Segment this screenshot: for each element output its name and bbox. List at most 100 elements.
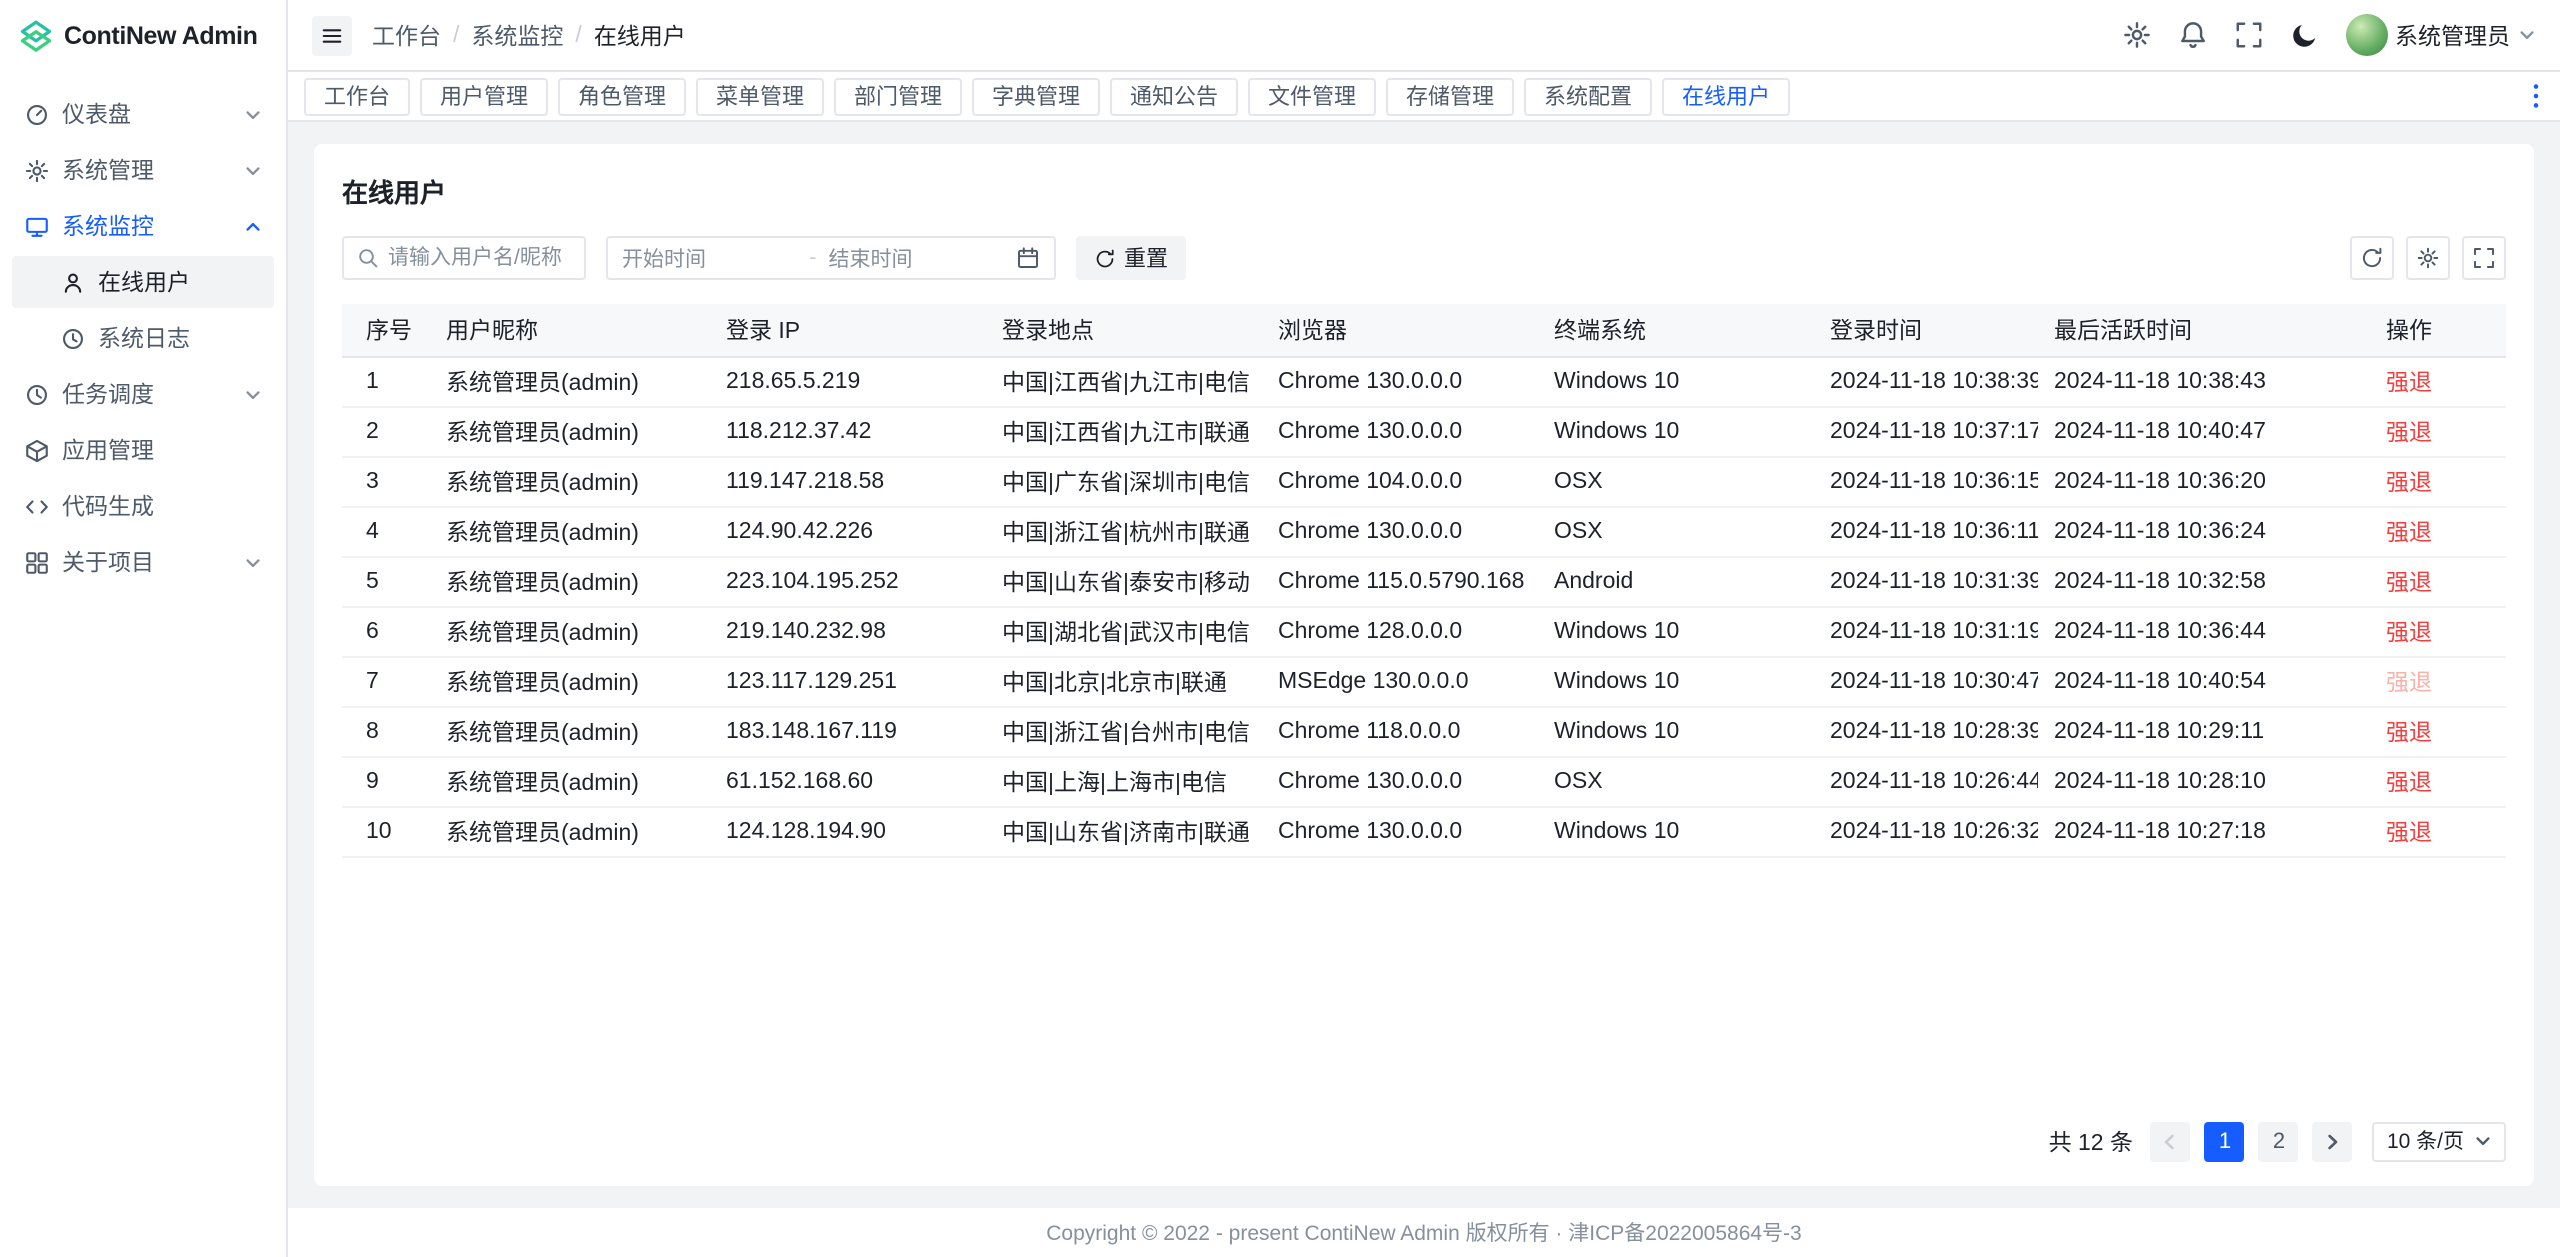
page-1-button[interactable]: 1	[2205, 1121, 2245, 1161]
box-icon	[24, 437, 50, 463]
force-logout-link[interactable]: 强退	[2386, 421, 2432, 445]
chevron-down-icon	[2518, 26, 2536, 44]
sidebar-item-system-logs[interactable]: 系统日志	[12, 312, 274, 364]
cell-last-active: 2024-11-18 10:29:11	[2038, 706, 2370, 756]
tab-label: 工作台	[324, 80, 390, 112]
tab[interactable]: 在线用户	[1662, 77, 1790, 115]
cell-location: 中国|北京|北京市|联通	[986, 656, 1262, 706]
tab[interactable]: 文件管理	[1248, 77, 1376, 115]
tab[interactable]: 角色管理	[558, 77, 686, 115]
breadcrumb-separator: /	[453, 23, 459, 47]
cell-actions: 强退	[2370, 406, 2506, 456]
tab[interactable]: 工作台	[304, 77, 410, 115]
sidebar-item-system-management[interactable]: 系统管理	[12, 144, 274, 196]
page-size-select[interactable]: 10 条/页	[2373, 1121, 2506, 1161]
tab-more-button[interactable]	[2528, 78, 2544, 114]
cell-last-active: 2024-11-18 10:38:43	[2038, 356, 2370, 406]
cell-last-active: 2024-11-18 10:36:24	[2038, 506, 2370, 556]
cell-ip: 118.212.37.42	[710, 406, 986, 456]
cell-location: 中国|江西省|九江市|电信	[986, 356, 1262, 406]
prev-page-button[interactable]	[2151, 1121, 2191, 1161]
settings-gear-icon[interactable]	[2121, 20, 2151, 50]
tab[interactable]: 字典管理	[972, 77, 1100, 115]
force-logout-link[interactable]: 强退	[2386, 771, 2432, 795]
table-fullscreen-button[interactable]	[2462, 236, 2506, 280]
breadcrumb-separator: /	[575, 23, 581, 47]
column-header-actions: 操作	[2370, 304, 2506, 356]
table-header-row: 序号 用户昵称 登录 IP 登录地点 浏览器 终端系统 登录时间 最后活跃时间 …	[342, 304, 2506, 356]
cell-login-time: 2024-11-18 10:36:11	[1814, 506, 2038, 556]
tab[interactable]: 系统配置	[1524, 77, 1652, 115]
sidebar-item-system-monitor[interactable]: 系统监控	[12, 200, 274, 252]
tab[interactable]: 菜单管理	[696, 77, 824, 115]
sidebar-item-app-management[interactable]: 应用管理	[12, 424, 274, 476]
force-logout-link[interactable]: 强退	[2386, 471, 2432, 495]
reset-button[interactable]: 重置	[1076, 236, 1186, 280]
copyright-text: Copyright © 2022 - present ContiNew Admi…	[1046, 1217, 1802, 1247]
tab[interactable]: 用户管理	[420, 77, 548, 115]
top-header: 工作台 / 系统监控 / 在线用户 系统管理员	[288, 0, 2560, 72]
sidebar-item-code-generation[interactable]: 代码生成	[12, 480, 274, 532]
tab-label: 系统配置	[1544, 80, 1632, 112]
cell-ip: 124.128.194.90	[710, 806, 986, 856]
force-logout-link[interactable]: 强退	[2386, 521, 2432, 545]
cell-ip: 183.148.167.119	[710, 706, 986, 756]
cell-actions: 强退	[2370, 456, 2506, 506]
cell-os: Windows 10	[1538, 606, 1814, 656]
cell-actions: 强退	[2370, 806, 2506, 856]
cell-login-time: 2024-11-18 10:30:47	[1814, 656, 2038, 706]
column-header-location: 登录地点	[986, 304, 1262, 356]
sidebar-collapse-button[interactable]	[312, 15, 352, 55]
force-logout-link[interactable]: 强退	[2386, 621, 2432, 645]
force-logout-link[interactable]: 强退	[2386, 371, 2432, 395]
bell-icon[interactable]	[2177, 20, 2207, 50]
cell-actions: 强退	[2370, 706, 2506, 756]
cell-login-time: 2024-11-18 10:31:39	[1814, 556, 2038, 606]
cell-nickname: 系统管理员(admin)	[430, 756, 710, 806]
date-range-picker[interactable]: 开始时间 - 结束时间	[606, 236, 1056, 280]
cell-os: Windows 10	[1538, 406, 1814, 456]
table-settings-button[interactable]	[2406, 236, 2450, 280]
cell-index: 5	[342, 556, 430, 606]
tab[interactable]: 通知公告	[1110, 77, 1238, 115]
logo-icon	[18, 18, 54, 54]
date-start-placeholder: 开始时间	[622, 243, 798, 273]
cell-browser: Chrome 104.0.0.0	[1262, 456, 1538, 506]
cell-actions: 强退	[2370, 756, 2506, 806]
table-refresh-button[interactable]	[2350, 236, 2394, 280]
force-logout-link[interactable]: 强退	[2386, 671, 2432, 695]
sidebar-item-dashboard[interactable]: 仪表盘	[12, 88, 274, 140]
monitor-icon	[24, 213, 50, 239]
sidebar-item-online-users[interactable]: 在线用户	[12, 256, 274, 308]
force-logout-link[interactable]: 强退	[2386, 571, 2432, 595]
sidebar-item-label: 在线用户	[98, 266, 262, 298]
fullscreen-icon[interactable]	[2233, 20, 2263, 50]
breadcrumb-item[interactable]: 系统监控	[471, 19, 563, 51]
moon-icon[interactable]	[2289, 20, 2319, 50]
cell-index: 9	[342, 756, 430, 806]
search-input[interactable]	[388, 246, 572, 270]
tab[interactable]: 部门管理	[834, 77, 962, 115]
breadcrumb-item[interactable]: 工作台	[372, 19, 441, 51]
app-logo[interactable]: ContiNew Admin	[0, 0, 286, 72]
column-header-login-time: 登录时间	[1814, 304, 2038, 356]
column-header-os: 终端系统	[1538, 304, 1814, 356]
tab-label: 部门管理	[854, 80, 942, 112]
code-icon	[24, 493, 50, 519]
cell-location: 中国|上海|上海市|电信	[986, 756, 1262, 806]
chevron-down-icon	[244, 161, 262, 179]
next-page-button[interactable]	[2313, 1121, 2353, 1161]
user-menu[interactable]: 系统管理员	[2345, 14, 2536, 56]
cell-os: OSX	[1538, 456, 1814, 506]
tab[interactable]: 存储管理	[1386, 77, 1514, 115]
tabs: 工作台 用户管理 角色管理 菜单管理 部门管理	[304, 77, 1790, 115]
sidebar-item-about-project[interactable]: 关于项目	[12, 536, 274, 588]
menu-fold-icon	[320, 23, 344, 47]
cell-nickname: 系统管理员(admin)	[430, 656, 710, 706]
sidebar-item-label: 代码生成	[62, 490, 262, 522]
page-2-button[interactable]: 2	[2259, 1121, 2299, 1161]
table-row: 10 系统管理员(admin) 124.128.194.90 中国|山东省|济南…	[342, 806, 2506, 856]
force-logout-link[interactable]: 强退	[2386, 821, 2432, 845]
force-logout-link[interactable]: 强退	[2386, 721, 2432, 745]
sidebar-item-task-scheduler[interactable]: 任务调度	[12, 368, 274, 420]
